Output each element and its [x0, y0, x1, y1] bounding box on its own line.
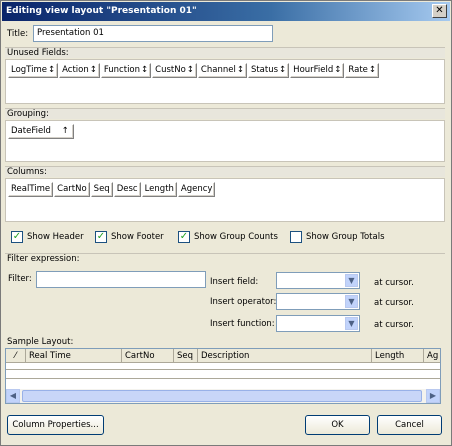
- unused-field-chip[interactable]: Function↕: [100, 63, 152, 78]
- show-group-counts-checkbox[interactable]: ✓: [178, 231, 190, 243]
- insert-function-at-cursor: at cursor.: [374, 320, 414, 330]
- unused-field-chip[interactable]: Channel↕: [197, 63, 247, 78]
- show-group-totals-label: Show Group Totals: [306, 232, 385, 242]
- unused-field-label: Action: [62, 65, 89, 75]
- unused-field-label: LogTime: [11, 65, 47, 75]
- cancel-button[interactable]: Cancel: [377, 415, 442, 435]
- grouping-chip-label: DateField: [11, 126, 51, 136]
- show-group-counts-label: Show Group Counts: [194, 232, 278, 242]
- unused-field-label: Status: [250, 65, 279, 75]
- filter-label: Filter:: [8, 274, 32, 284]
- unused-field-chip[interactable]: Action↕: [59, 63, 100, 78]
- sample-layout-label: Sample Layout:: [7, 337, 74, 347]
- grouping-list: DateField ↑: [8, 124, 75, 139]
- show-group-totals-checkbox[interactable]: [290, 231, 302, 243]
- scroll-right-icon[interactable]: ▶: [426, 389, 440, 403]
- scroll-left-icon[interactable]: ◀: [6, 389, 20, 403]
- show-header-checkbox[interactable]: ✓: [11, 231, 23, 243]
- unused-field-label: Function: [103, 65, 141, 75]
- grid-column-header[interactable]: Seq: [174, 349, 198, 363]
- insert-field-label: Insert field:: [210, 277, 259, 287]
- grouping-header: Grouping:: [5, 108, 445, 119]
- unused-fields-list: LogTime↕ Action↕ Function↕ CustNo↕ Channel↕ S…: [8, 63, 380, 78]
- chevron-down-icon[interactable]: ▼: [345, 317, 358, 330]
- show-footer-checkbox[interactable]: ✓: [95, 231, 107, 243]
- sort-icon: ↕: [141, 65, 149, 75]
- title-input[interactable]: Presentation 01: [33, 25, 273, 42]
- sort-icon: ↕: [334, 65, 342, 75]
- filter-input[interactable]: [36, 271, 206, 288]
- sort-icon: ↕: [186, 65, 194, 75]
- grouping-panel: DateField ↑: [5, 120, 445, 162]
- chevron-down-icon[interactable]: ▼: [345, 274, 358, 287]
- dialog-window: Editing view layout "Presentation 01" ✕ …: [0, 0, 452, 446]
- sort-icon: ↕: [47, 65, 56, 75]
- close-icon[interactable]: ✕: [432, 4, 447, 18]
- unused-field-chip[interactable]: CustNo↕: [152, 63, 197, 78]
- column-chip[interactable]: Agency: [177, 182, 216, 197]
- table-row: [6, 371, 440, 379]
- unused-field-label: Channel: [200, 65, 236, 75]
- scrollbar-thumb[interactable]: [22, 390, 422, 402]
- column-chip[interactable]: Desc: [113, 182, 141, 197]
- unused-field-chip[interactable]: Status↕: [247, 63, 290, 78]
- column-chip[interactable]: Seq: [90, 182, 113, 197]
- unused-fields-header: Unused Fields:: [5, 47, 445, 58]
- grouping-chip-datefield[interactable]: DateField ↑: [8, 124, 74, 139]
- insert-field-at-cursor: at cursor.: [374, 278, 414, 288]
- column-chip[interactable]: Length: [141, 182, 177, 197]
- insert-function-label: Insert function:: [210, 319, 275, 329]
- sort-ascending-icon: ↑: [61, 126, 69, 136]
- grid-column-header[interactable]: Description: [198, 349, 372, 363]
- title-label: Title:: [7, 29, 29, 39]
- unused-field-chip[interactable]: Rate↕: [345, 63, 380, 78]
- window-title: Editing view layout "Presentation 01": [6, 6, 197, 16]
- columns-header: Columns:: [5, 166, 445, 177]
- column-chip[interactable]: CartNo: [54, 182, 90, 197]
- title-bar: Editing view layout "Presentation 01" ✕: [2, 2, 450, 21]
- insert-function-select[interactable]: ▼: [276, 315, 360, 332]
- table-row: [6, 364, 440, 370]
- chevron-down-icon[interactable]: ▼: [345, 295, 358, 308]
- columns-panel: RealTime CartNo Seq Desc Length Agency: [5, 178, 445, 222]
- unused-field-chip[interactable]: LogTime↕: [8, 63, 59, 78]
- insert-operator-label: Insert operator:: [210, 297, 277, 307]
- unused-field-chip[interactable]: HourField↕: [290, 63, 345, 78]
- unused-field-label: HourField: [293, 65, 334, 75]
- filter-expression-header: Filter expression:: [5, 253, 445, 264]
- sort-icon: ↕: [279, 65, 287, 75]
- grid-corner-icon: ⁄: [6, 349, 26, 363]
- unused-field-label: CustNo: [155, 65, 186, 75]
- grid-column-header[interactable]: Real Time: [26, 349, 122, 363]
- grid-column-header[interactable]: Length: [372, 349, 424, 363]
- insert-operator-at-cursor: at cursor.: [374, 298, 414, 308]
- unused-field-label: Rate: [348, 65, 368, 75]
- columns-list: RealTime CartNo Seq Desc Length Agency: [8, 182, 216, 197]
- show-footer-label: Show Footer: [111, 232, 164, 242]
- sample-grid-header: ⁄ Real Time CartNo Seq Description Lengt…: [6, 349, 440, 363]
- sort-icon: ↕: [236, 65, 244, 75]
- unused-fields-panel: LogTime↕ Action↕ Function↕ CustNo↕ Channel↕ S…: [5, 59, 445, 104]
- show-header-label: Show Header: [27, 232, 84, 242]
- insert-operator-select[interactable]: ▼: [276, 293, 360, 310]
- sort-icon: ↕: [89, 65, 97, 75]
- grid-column-header[interactable]: CartNo: [122, 349, 174, 363]
- column-properties-button[interactable]: Column Properties...: [7, 415, 104, 435]
- column-chip[interactable]: RealTime: [8, 182, 54, 197]
- insert-field-select[interactable]: ▼: [276, 272, 360, 289]
- sample-layout-grid: ⁄ Real Time CartNo Seq Description Lengt…: [5, 348, 441, 404]
- sort-icon: ↕: [368, 65, 377, 75]
- horizontal-scrollbar[interactable]: ◀ ▶: [6, 389, 440, 403]
- ok-button[interactable]: OK: [305, 415, 370, 435]
- grid-column-header[interactable]: Ag: [424, 349, 440, 363]
